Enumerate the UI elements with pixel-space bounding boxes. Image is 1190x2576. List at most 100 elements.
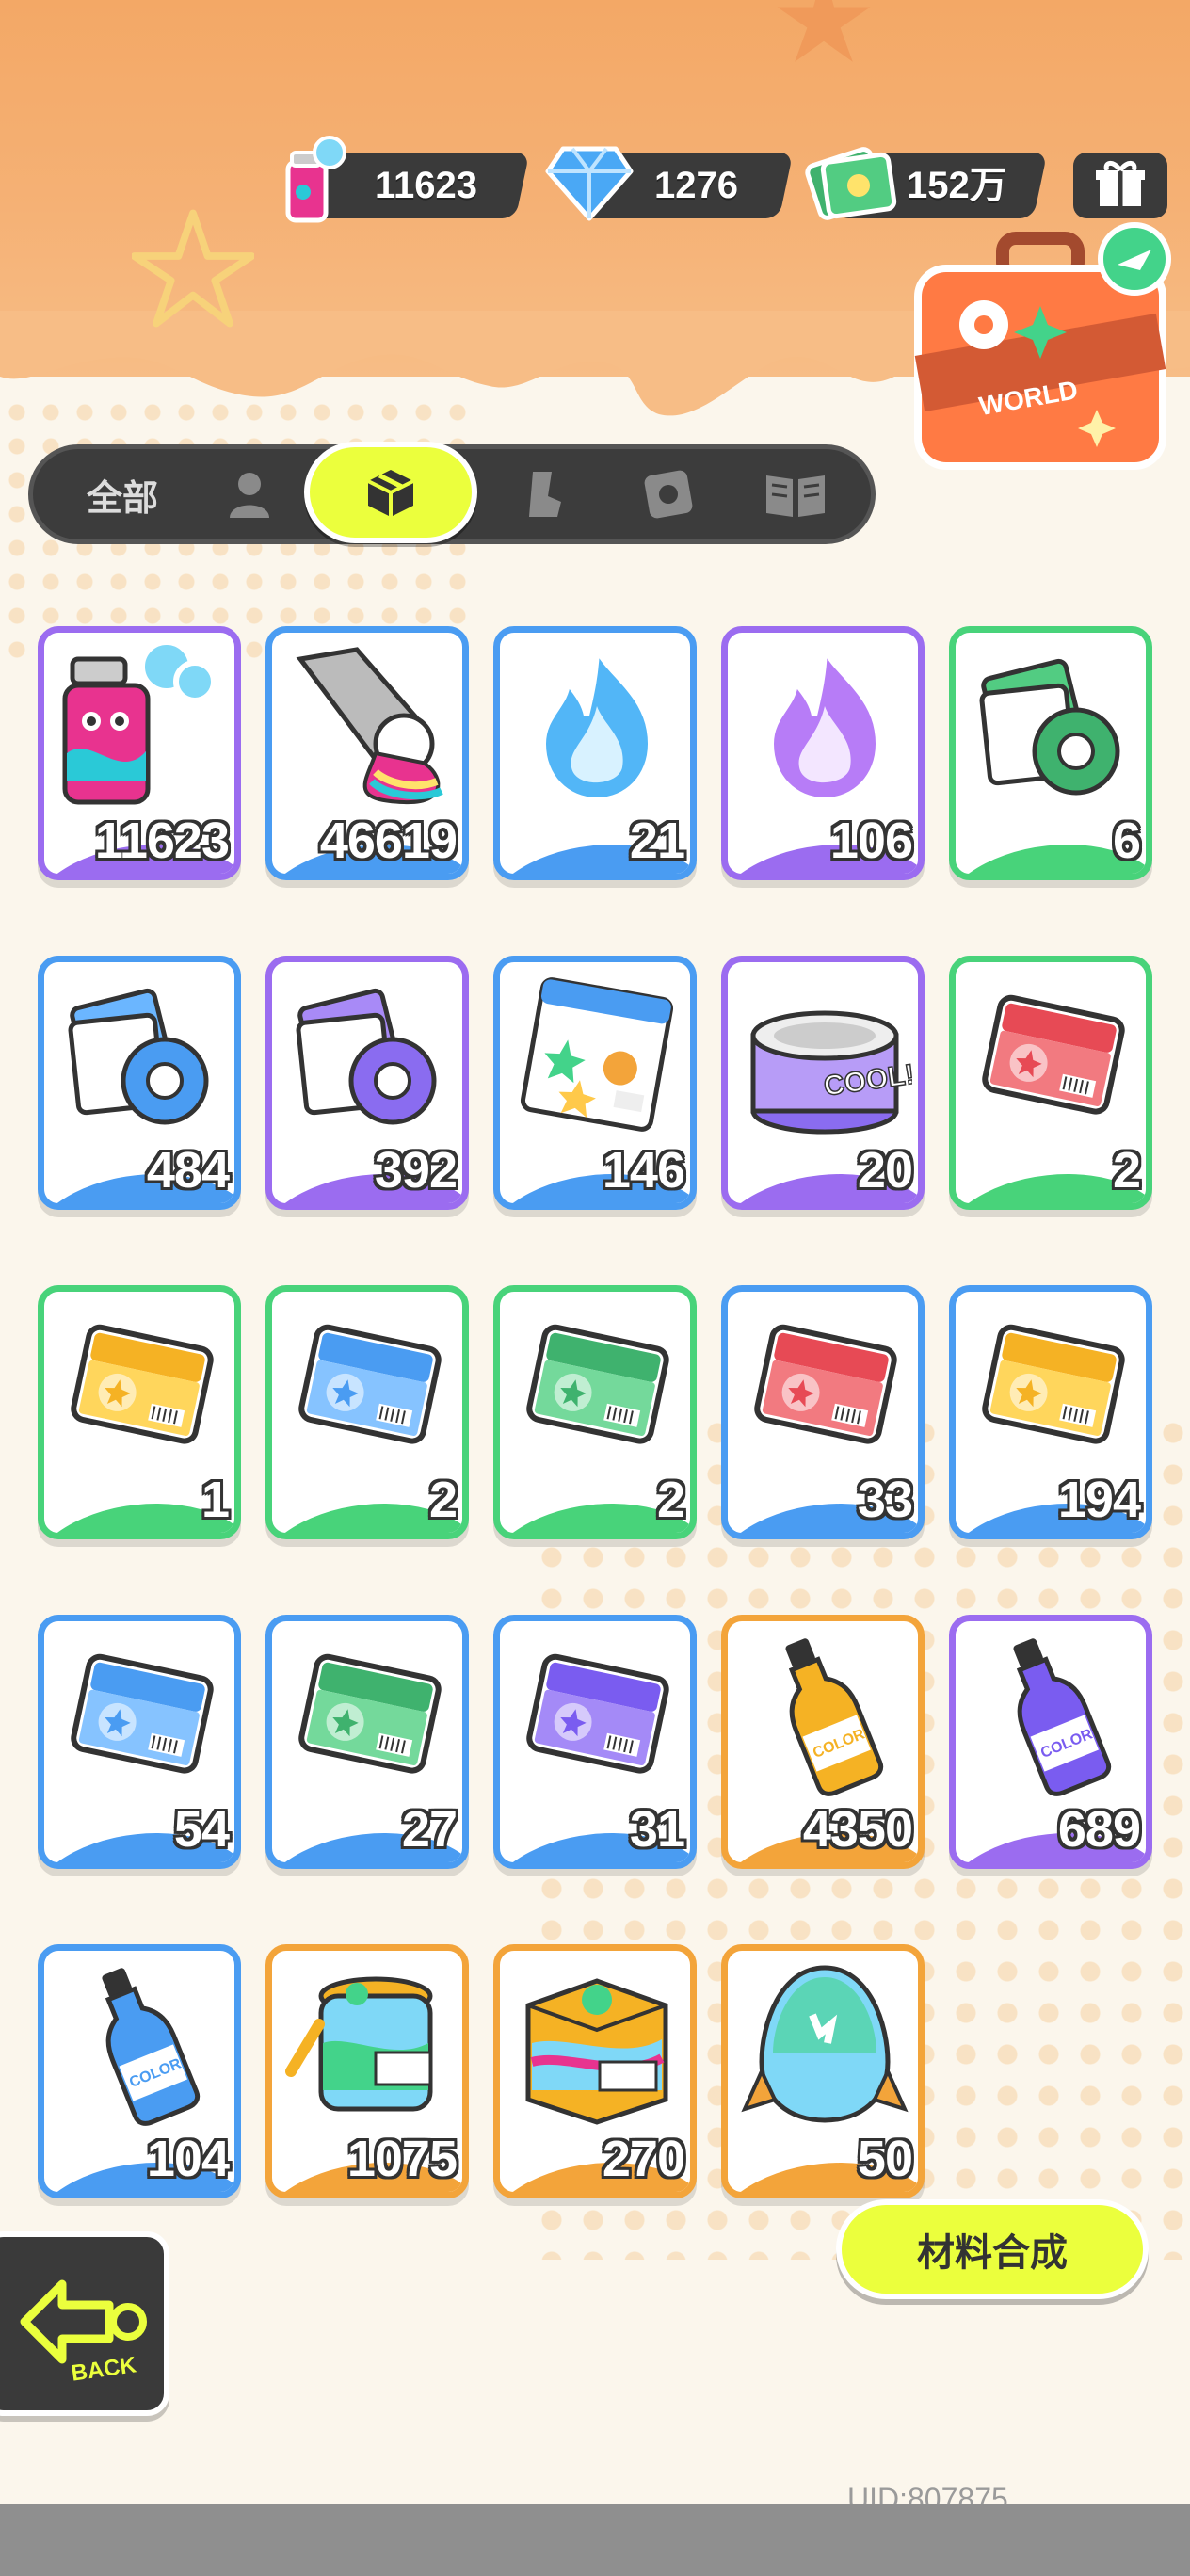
purple-bottle-icon: COLOR: [1013, 1638, 1112, 1796]
item-count: 46619: [319, 813, 458, 869]
currency-value-diamond: 1276: [654, 165, 738, 206]
spray-can-icon: [62, 640, 217, 805]
item-card[interactable]: 146: [493, 956, 697, 1210]
red-ticket-icon: [754, 1324, 897, 1444]
blue-ticket-icon: [71, 1653, 214, 1774]
green-ticket-icon: [526, 1324, 669, 1444]
green-ticket-icon: [298, 1653, 442, 1774]
purple-flame-icon: [767, 640, 882, 804]
back-button[interactable]: BACK: [0, 2231, 169, 2416]
item-count: 27: [401, 1801, 458, 1858]
item-count: 2: [656, 1472, 685, 1528]
blue-bottle-icon: COLOR: [102, 1968, 201, 2126]
item-count: 104: [146, 2131, 230, 2187]
tab-all[interactable]: 全部: [52, 449, 193, 539]
purple-tape-icon: [296, 988, 437, 1125]
item-card[interactable]: 2: [493, 1285, 697, 1539]
item-count: 1075: [346, 2131, 458, 2187]
item-count: 484: [146, 1142, 230, 1199]
gift-box-icon: [1096, 161, 1145, 206]
back-arrow-icon: BACK: [20, 2279, 147, 2387]
red-ticket-icon: [982, 994, 1125, 1115]
tab-shoes[interactable]: [494, 449, 598, 539]
item-count: 106: [829, 813, 913, 869]
book-icon: [766, 475, 825, 517]
paint-tube-icon: [296, 647, 443, 805]
egg-capsule-icon: [741, 1965, 909, 2123]
currency-value-spray: 11623: [375, 165, 478, 206]
tab-all-label: 全部: [86, 476, 158, 519]
item-card[interactable]: 27: [265, 1615, 469, 1869]
green-tape-icon: [979, 658, 1120, 796]
currency-value-cash: 152万: [907, 165, 1007, 206]
tab-book[interactable]: [739, 449, 852, 539]
system-bar: [0, 2504, 1190, 2576]
blue-flame-icon: [539, 640, 654, 804]
item-card[interactable]: 46619: [265, 626, 469, 880]
gift-button[interactable]: [1073, 153, 1167, 218]
back-label: BACK: [70, 2352, 138, 2386]
item-count: 31: [629, 1801, 685, 1858]
item-card[interactable]: COOL! 20: [721, 956, 925, 1210]
item-card[interactable]: 1075: [265, 1944, 469, 2198]
item-card[interactable]: 106: [721, 626, 925, 880]
world-suitcase-icon[interactable]: WORLD: [899, 221, 1182, 504]
item-card[interactable]: 54: [38, 1615, 241, 1869]
cash-icon: [805, 147, 897, 220]
tab-items[interactable]: [304, 442, 477, 543]
cool-can-icon: COOL!: [750, 1010, 912, 1135]
tab-stickers[interactable]: [617, 449, 720, 539]
item-card[interactable]: 392: [265, 956, 469, 1210]
item-card[interactable]: COLOR 4350: [721, 1615, 925, 1869]
item-count: 50: [857, 2131, 913, 2187]
box-icon: [367, 470, 414, 517]
tab-character[interactable]: [202, 449, 297, 539]
item-card[interactable]: 31: [493, 1615, 697, 1869]
item-card[interactable]: 270: [493, 1944, 697, 2198]
item-card[interactable]: 33: [721, 1285, 925, 1539]
item-card[interactable]: 11623: [38, 626, 241, 880]
star-doodle-icon: [777, 0, 871, 62]
paint-jar-icon: [285, 1976, 433, 2112]
item-card[interactable]: 50: [721, 1944, 925, 2198]
item-card[interactable]: 484: [38, 956, 241, 1210]
material-synthesis-button[interactable]: 材料合成: [836, 2199, 1149, 2299]
item-count: 20: [857, 1142, 913, 1199]
item-card[interactable]: 2: [949, 956, 1152, 1210]
yellow-ticket-icon: [71, 1324, 214, 1444]
spray-can-icon: [285, 136, 346, 223]
item-count: 11623: [94, 813, 230, 869]
category-tab-bar: 全部: [28, 442, 876, 544]
item-count: 33: [857, 1472, 913, 1528]
star-doodle-icon: [132, 209, 254, 328]
item-count: 146: [602, 1142, 685, 1199]
item-count: 1: [201, 1472, 230, 1528]
blue-ticket-icon: [298, 1324, 442, 1444]
blue-tape-icon: [68, 988, 209, 1125]
item-card[interactable]: COLOR 104: [38, 1944, 241, 2198]
item-card[interactable]: 21: [493, 626, 697, 880]
item-count: 689: [1057, 1801, 1141, 1858]
purple-ticket-icon: [526, 1653, 669, 1774]
item-count: 2: [1112, 1142, 1141, 1199]
item-count: 4350: [802, 1801, 913, 1858]
person-icon: [230, 473, 269, 518]
item-count: 270: [602, 2131, 685, 2187]
sticker-icon: [644, 470, 693, 519]
shoe-icon: [529, 472, 561, 517]
item-card[interactable]: 6: [949, 626, 1152, 880]
diamond-icon: [545, 146, 634, 221]
item-card[interactable]: 2: [265, 1285, 469, 1539]
item-count: 6: [1112, 813, 1141, 869]
yellow-ticket-icon: [982, 1324, 1125, 1444]
item-count: 194: [1057, 1472, 1141, 1528]
item-count: 21: [629, 813, 685, 869]
item-card[interactable]: 194: [949, 1285, 1152, 1539]
item-card[interactable]: COLOR 689: [949, 1615, 1152, 1869]
item-count: 392: [374, 1142, 458, 1199]
sticker-pack-icon: [520, 977, 674, 1132]
item-count: 2: [428, 1472, 458, 1528]
orange-bottle-icon: COLOR: [785, 1638, 884, 1796]
item-card[interactable]: 1: [38, 1285, 241, 1539]
item-count: 54: [173, 1801, 230, 1858]
